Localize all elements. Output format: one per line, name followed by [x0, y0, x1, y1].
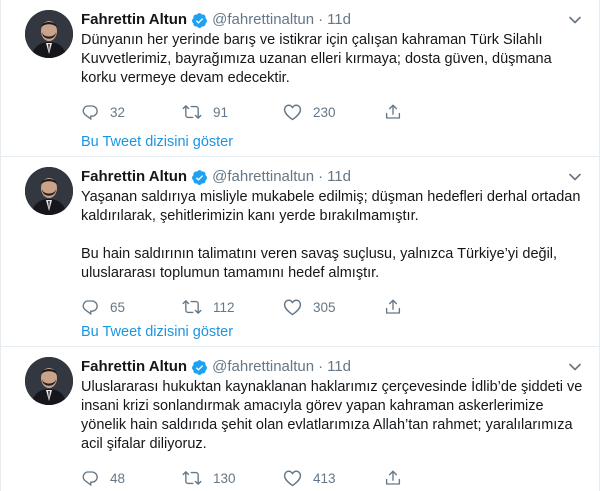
reply-count: 65 — [110, 299, 126, 315]
share-button[interactable] — [384, 298, 485, 316]
retweet-count: 91 — [213, 104, 229, 120]
tweet-text: Uluslararası hukuktan kaynaklanan haklar… — [81, 378, 586, 454]
share-icon — [384, 469, 402, 487]
chevron-down-icon[interactable] — [565, 357, 585, 377]
retweet-button[interactable]: 130 — [182, 469, 283, 487]
share-icon — [384, 298, 402, 316]
like-button[interactable]: 230 — [283, 103, 384, 121]
separator-dot: · — [318, 168, 324, 185]
share-icon — [384, 103, 402, 121]
reply-button[interactable]: 48 — [81, 469, 182, 487]
show-thread-link[interactable]: Bu Tweet dizisini göster — [81, 324, 233, 340]
tweet-paragraph: Yaşanan saldırıya misliyle mukabele edil… — [81, 189, 581, 224]
retweet-count: 112 — [213, 299, 235, 315]
like-count: 413 — [313, 470, 336, 486]
author-name[interactable]: Fahrettin Altun — [81, 357, 187, 377]
tweet-paragraph: Dünyanın her yerinde barış ve istikrar i… — [81, 32, 552, 86]
share-button[interactable] — [384, 469, 485, 487]
tweet[interactable]: Fahrettin Altun @fahrettinaltun · 11d Ul… — [1, 347, 599, 491]
chevron-down-icon[interactable] — [565, 10, 585, 30]
reply-count: 32 — [110, 104, 126, 120]
separator-dot: · — [318, 11, 324, 28]
tweet-paragraph: Bu hain saldırının talimatını veren sava… — [81, 246, 558, 281]
tweet-actions: 48 130 413 — [81, 468, 587, 488]
retweet-icon — [182, 103, 202, 121]
reply-button[interactable]: 32 — [81, 103, 182, 121]
like-heart-icon — [283, 469, 302, 487]
tweet-text: Yaşanan saldırıya misliyle mukabele edil… — [81, 188, 586, 283]
tweet-timestamp[interactable]: 11d — [327, 10, 351, 30]
verified-badge-icon — [191, 359, 208, 376]
tweet[interactable]: Fahrettin Altun @fahrettinaltun · 11d Dü… — [1, 0, 599, 157]
author-name[interactable]: Fahrettin Altun — [81, 10, 187, 30]
author-handle[interactable]: @fahrettinaltun — [212, 357, 314, 377]
like-heart-icon — [283, 103, 302, 121]
reply-icon — [81, 103, 99, 121]
tweet-header: Fahrettin Altun @fahrettinaltun · 11d — [81, 357, 587, 377]
avatar[interactable] — [25, 10, 73, 58]
show-thread-link[interactable]: Bu Tweet dizisini göster — [81, 134, 233, 150]
author-handle[interactable]: @fahrettinaltun — [212, 167, 314, 187]
verified-badge-icon — [191, 12, 208, 29]
chevron-down-icon[interactable] — [565, 167, 585, 187]
like-button[interactable]: 413 — [283, 469, 384, 487]
tweet-header: Fahrettin Altun @fahrettinaltun · 11d — [81, 10, 587, 30]
avatar[interactable] — [25, 167, 73, 215]
tweet-timeline: Fahrettin Altun @fahrettinaltun · 11d Dü… — [0, 0, 600, 491]
like-heart-icon — [283, 298, 302, 316]
like-count: 305 — [313, 299, 336, 315]
tweet-timestamp[interactable]: 11d — [327, 167, 351, 187]
tweet-text: Dünyanın her yerinde barış ve istikrar i… — [81, 31, 586, 88]
reply-count: 48 — [110, 470, 126, 486]
tweet[interactable]: Fahrettin Altun @fahrettinaltun · 11d Ya… — [1, 157, 599, 347]
retweet-button[interactable]: 112 — [182, 298, 283, 316]
like-button[interactable]: 305 — [283, 298, 384, 316]
reply-button[interactable]: 65 — [81, 298, 182, 316]
share-button[interactable] — [384, 103, 485, 121]
retweet-icon — [182, 469, 202, 487]
like-count: 230 — [313, 104, 336, 120]
verified-badge-icon — [191, 169, 208, 186]
tweet-timestamp[interactable]: 11d — [327, 357, 351, 377]
author-handle[interactable]: @fahrettinaltun — [212, 10, 314, 30]
tweet-header: Fahrettin Altun @fahrettinaltun · 11d — [81, 167, 587, 187]
retweet-button[interactable]: 91 — [182, 103, 283, 121]
tweet-actions: 65 112 305 — [81, 297, 587, 317]
retweet-icon — [182, 298, 202, 316]
reply-icon — [81, 298, 99, 316]
tweet-paragraph: Uluslararası hukuktan kaynaklanan haklar… — [81, 379, 583, 452]
reply-icon — [81, 469, 99, 487]
avatar[interactable] — [25, 357, 73, 405]
separator-dot: · — [318, 358, 324, 375]
retweet-count: 130 — [213, 470, 236, 486]
author-name[interactable]: Fahrettin Altun — [81, 167, 187, 187]
tweet-actions: 32 91 230 — [81, 102, 587, 122]
